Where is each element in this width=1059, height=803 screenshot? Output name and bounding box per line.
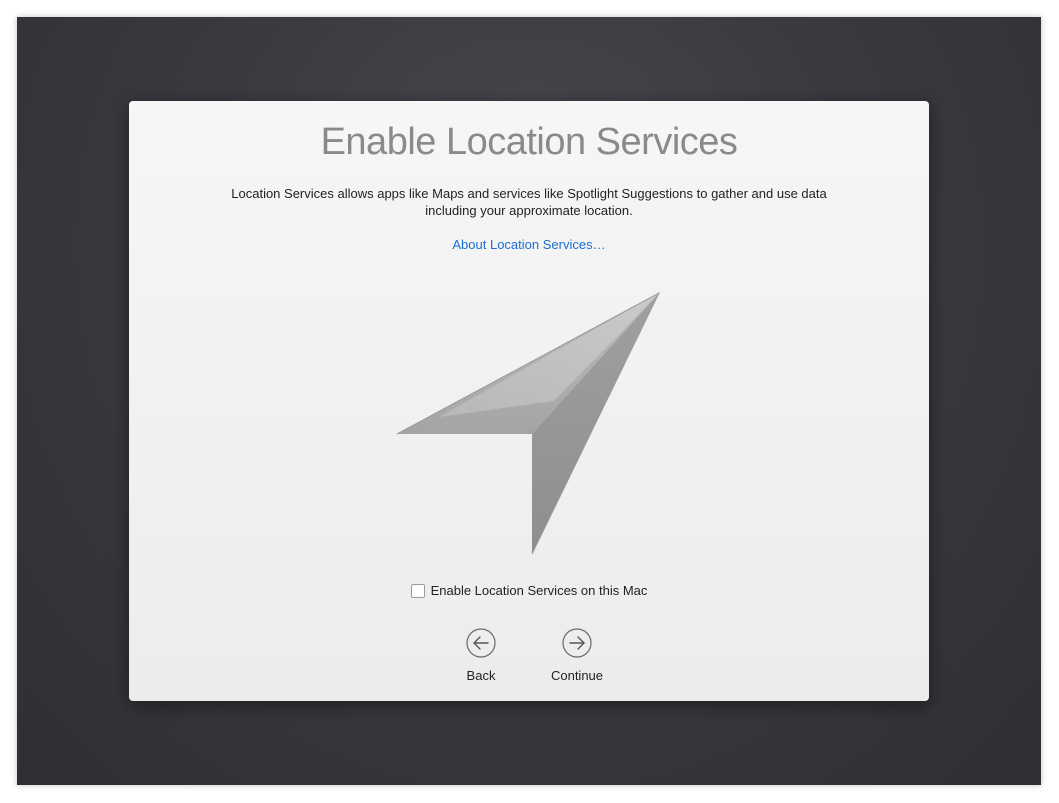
- enable-location-checkbox-row[interactable]: Enable Location Services on this Mac: [129, 583, 929, 598]
- page-title: Enable Location Services: [320, 121, 738, 163]
- about-location-services-link[interactable]: About Location Services…: [129, 237, 929, 252]
- setup-dialog: Enable Location Services Location Servic…: [129, 101, 929, 701]
- continue-button-label[interactable]: Continue: [537, 668, 617, 683]
- arrow-left-circle-icon[interactable]: [466, 628, 496, 658]
- continue-button[interactable]: Continue: [537, 628, 617, 683]
- enable-location-checkbox-label[interactable]: Enable Location Services on this Mac: [431, 583, 648, 598]
- location-arrow-icon: [396, 291, 661, 555]
- enable-location-checkbox[interactable]: [410, 583, 425, 598]
- arrow-right-circle-icon[interactable]: [562, 628, 592, 658]
- back-button-label[interactable]: Back: [441, 668, 521, 683]
- back-button[interactable]: Back: [441, 628, 521, 683]
- description-text: Location Services allows apps like Maps …: [231, 186, 827, 218]
- setup-screen-background: Enable Location Services Location Servic…: [17, 17, 1041, 785]
